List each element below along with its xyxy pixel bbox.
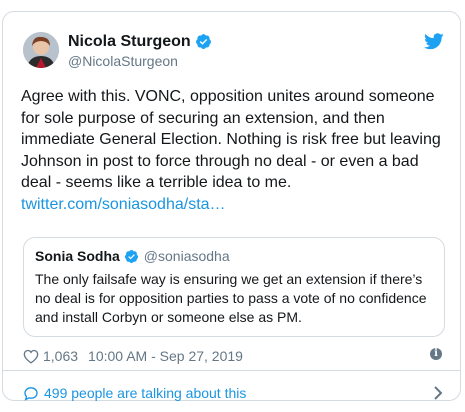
quoted-author-name: Sonia Sodha	[35, 248, 120, 264]
author-handle[interactable]: @NicolaSturgeon	[68, 53, 178, 70]
tweet-card: Nicola Sturgeon @NicolaSturgeon Agree wi…	[2, 11, 461, 401]
info-icon[interactable]: i	[430, 348, 442, 360]
speech-bubble-icon	[24, 386, 38, 401]
tweet-timestamp[interactable]: 10:00 AM - Sep 27, 2019	[88, 348, 243, 365]
author-name[interactable]: Nicola Sturgeon	[68, 32, 191, 51]
chevron-right-icon[interactable]	[433, 386, 443, 400]
twitter-bird-icon[interactable]	[424, 33, 444, 50]
heart-icon[interactable]	[23, 349, 39, 364]
like-count[interactable]: 1,063	[43, 348, 78, 365]
divider	[3, 370, 460, 371]
quoted-tweet-header: Sonia Sodha @soniasodha	[35, 248, 230, 264]
avatar-image	[23, 32, 59, 68]
verified-badge-icon	[195, 33, 212, 50]
tweet-body: Agree with this. VONC, opposition unites…	[21, 86, 445, 216]
conversation-text: 499 people are talking about this	[44, 385, 247, 401]
conversation-link[interactable]: 499 people are talking about this	[23, 385, 246, 401]
verified-badge-icon	[124, 249, 139, 264]
quoted-author-handle: @soniasodha	[143, 248, 230, 264]
tweet-body-text: Agree with this. VONC, opposition unites…	[21, 88, 441, 192]
tweet-meta: 1,063 10:00 AM - Sep 27, 2019	[23, 348, 243, 365]
tweet-link[interactable]: twitter.com/soniasodha/sta…	[21, 196, 226, 213]
quoted-tweet[interactable]: Sonia Sodha @soniasodha The only failsaf…	[23, 237, 445, 337]
quoted-tweet-body: The only failsafe way is ensuring we get…	[35, 271, 427, 325]
author-avatar[interactable]	[23, 32, 59, 68]
author-name-row: Nicola Sturgeon	[68, 32, 212, 51]
